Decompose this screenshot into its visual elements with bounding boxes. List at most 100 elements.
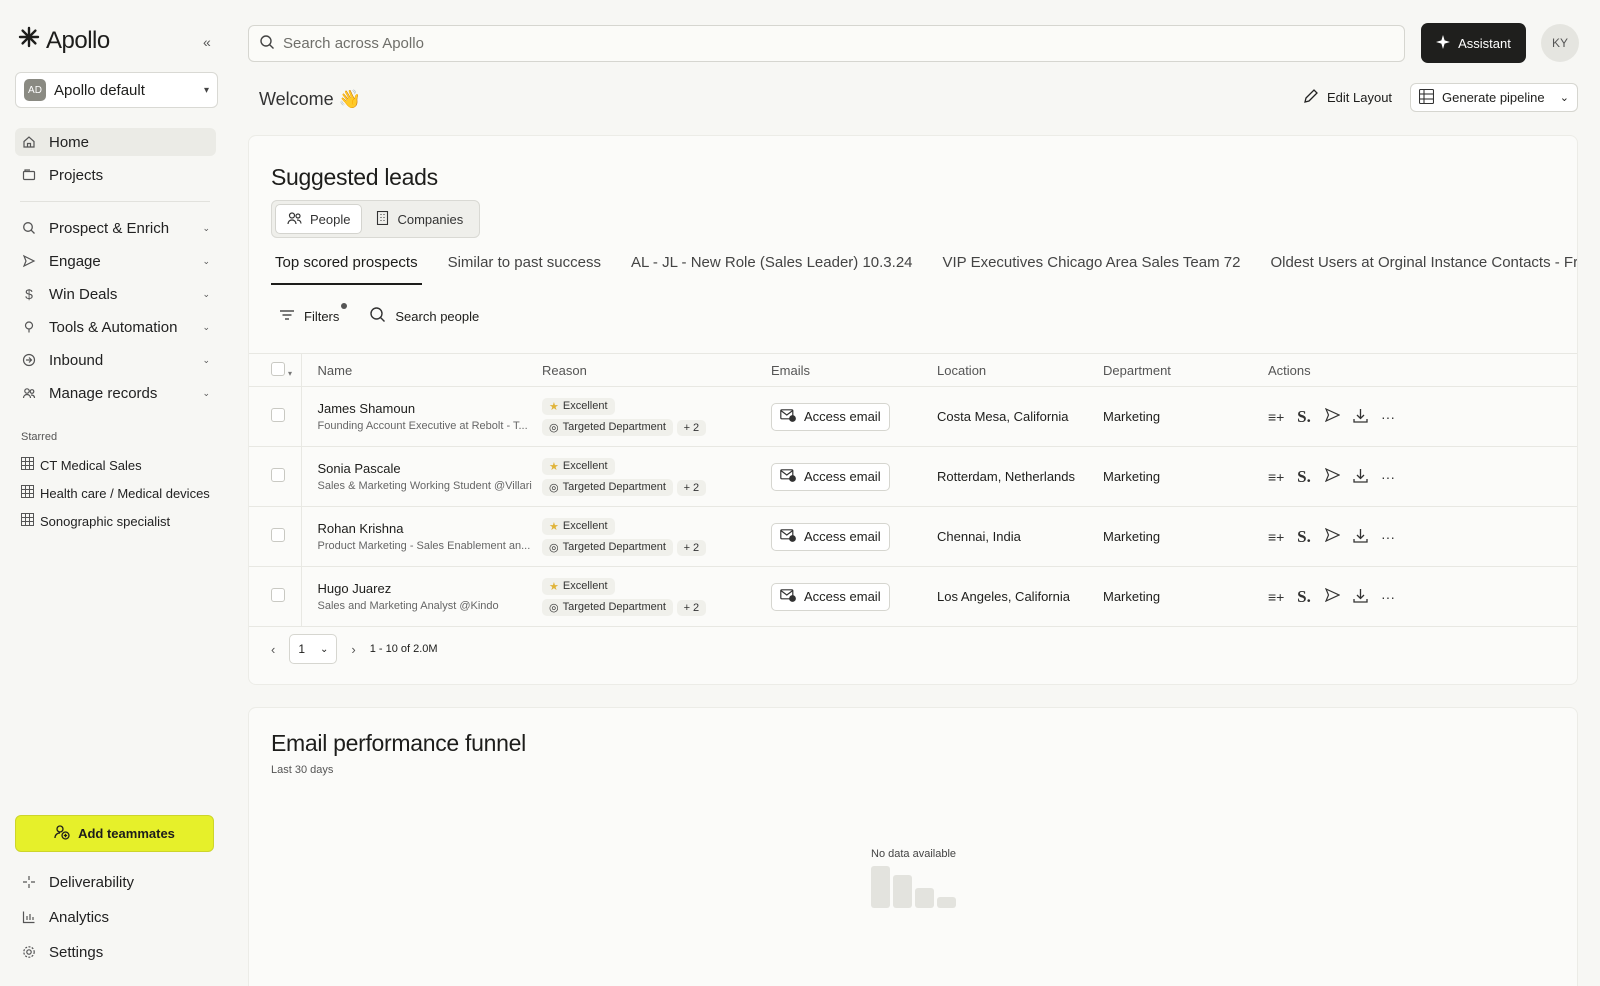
nav-win-deals[interactable]: $ Win Deals ⌄ bbox=[15, 280, 216, 308]
tab-top-scored[interactable]: Top scored prospects bbox=[271, 248, 422, 285]
more-options-icon[interactable]: ··· bbox=[1380, 589, 1396, 605]
access-email-button[interactable]: Access email bbox=[771, 462, 890, 491]
access-email-button[interactable]: Access email bbox=[771, 522, 890, 551]
row-checkbox[interactable] bbox=[271, 528, 285, 542]
nav-deliverability[interactable]: Deliverability bbox=[15, 868, 216, 896]
select-all-checkbox[interactable] bbox=[271, 361, 285, 376]
table-row[interactable]: Hugo Juarez Sales and Marketing Analyst … bbox=[249, 566, 1577, 627]
table-row[interactable]: James Shamoun Founding Account Executive… bbox=[249, 386, 1577, 447]
filter-icon bbox=[279, 309, 295, 324]
tab-saved-list[interactable]: VIP Executives Chicago Area Sales Team 7… bbox=[939, 248, 1245, 285]
nav-projects[interactable]: Projects bbox=[15, 161, 216, 189]
workspace-selector[interactable]: AD Apollo default ▾ bbox=[15, 72, 218, 108]
more-reasons-badge[interactable]: + 2 bbox=[676, 599, 707, 616]
global-search[interactable] bbox=[248, 25, 1405, 62]
generate-pipeline-dropdown[interactable]: Generate pipeline ⌄ bbox=[1410, 83, 1578, 112]
sequence-icon[interactable]: S. bbox=[1296, 407, 1312, 427]
chevron-left-icon[interactable]: ‹ bbox=[271, 642, 275, 657]
edit-layout-button[interactable]: Edit Layout bbox=[1303, 88, 1392, 107]
chevron-down-icon: ⌄ bbox=[202, 321, 210, 332]
nav-engage[interactable]: Engage ⌄ bbox=[15, 247, 216, 275]
chevron-down-icon[interactable]: ▾ bbox=[288, 369, 292, 378]
collapse-sidebar-button[interactable]: « bbox=[203, 34, 211, 50]
access-email-button[interactable]: Access email bbox=[771, 582, 890, 611]
more-reasons-badge[interactable]: + 2 bbox=[676, 539, 707, 556]
nav-analytics[interactable]: Analytics bbox=[15, 903, 216, 931]
more-options-icon[interactable]: ··· bbox=[1380, 469, 1396, 485]
nav-settings-label: Settings bbox=[49, 943, 104, 961]
person-name[interactable]: James Shamoun bbox=[318, 401, 543, 416]
row-checkbox[interactable] bbox=[271, 588, 285, 602]
score-label: Excellent bbox=[562, 520, 608, 532]
download-icon[interactable] bbox=[1352, 528, 1368, 546]
nav-manage-records[interactable]: Manage records ⌄ bbox=[15, 379, 216, 407]
home-icon bbox=[21, 135, 37, 149]
assistant-button[interactable]: Assistant bbox=[1421, 23, 1526, 63]
table-row[interactable]: Rohan Krishna Product Marketing - Sales … bbox=[249, 506, 1577, 567]
actions-cell: ≡+ S. ··· bbox=[1268, 386, 1577, 447]
filters-button[interactable]: Filters bbox=[279, 302, 348, 324]
page-select[interactable]: 1 ⌄ bbox=[289, 634, 338, 664]
table-row[interactable]: Sonia Pascale Sales & Marketing Working … bbox=[249, 446, 1577, 507]
segment-people[interactable]: People bbox=[275, 204, 363, 234]
column-header-department[interactable]: Department bbox=[1103, 353, 1268, 387]
nav-inbound[interactable]: Inbound ⌄ bbox=[15, 346, 216, 374]
nav-prospect-enrich[interactable]: Prospect & Enrich ⌄ bbox=[15, 214, 216, 242]
apollo-logo[interactable]: Apollo bbox=[18, 26, 110, 55]
sequence-icon[interactable]: S. bbox=[1296, 467, 1312, 487]
add-teammates-button[interactable]: Add teammates bbox=[15, 815, 214, 852]
nav-tools-automation[interactable]: Tools & Automation ⌄ bbox=[15, 313, 216, 341]
person-name[interactable]: Rohan Krishna bbox=[318, 521, 543, 536]
column-header-reason[interactable]: Reason bbox=[542, 353, 771, 387]
column-header-emails[interactable]: Emails bbox=[771, 353, 937, 387]
nav-settings[interactable]: Settings bbox=[15, 938, 216, 966]
sequence-icon[interactable]: S. bbox=[1296, 587, 1312, 607]
add-to-list-icon[interactable]: ≡+ bbox=[1268, 469, 1284, 485]
nav-home[interactable]: Home bbox=[15, 128, 216, 156]
column-header-name[interactable]: Name bbox=[301, 353, 542, 387]
tab-similar-past[interactable]: Similar to past success bbox=[444, 248, 605, 285]
starred-item[interactable]: CT Medical Sales bbox=[21, 457, 142, 473]
send-icon[interactable] bbox=[1324, 587, 1340, 605]
search-input[interactable] bbox=[283, 35, 1394, 52]
download-icon[interactable] bbox=[1352, 468, 1368, 486]
bar-chart-icon bbox=[21, 910, 37, 924]
search-people-button[interactable]: Search people bbox=[369, 306, 479, 326]
target-icon: ◎ bbox=[549, 481, 559, 494]
more-options-icon[interactable]: ··· bbox=[1380, 409, 1396, 425]
more-reasons-badge[interactable]: + 2 bbox=[676, 419, 707, 436]
column-header-location[interactable]: Location bbox=[937, 353, 1103, 387]
send-icon[interactable] bbox=[1324, 407, 1340, 425]
starred-item[interactable]: Sonographic specialist bbox=[21, 513, 170, 529]
add-to-list-icon[interactable]: ≡+ bbox=[1268, 409, 1284, 425]
send-icon[interactable] bbox=[1324, 467, 1340, 485]
download-icon[interactable] bbox=[1352, 588, 1368, 606]
starred-item[interactable]: Health care / Medical devices bbox=[21, 485, 210, 501]
user-avatar[interactable]: KY bbox=[1541, 24, 1579, 62]
sparkle-icon bbox=[21, 875, 37, 889]
workspace-name: Apollo default bbox=[54, 81, 145, 99]
row-checkbox[interactable] bbox=[271, 468, 285, 482]
access-email-button[interactable]: Access email bbox=[771, 402, 890, 431]
add-to-list-icon[interactable]: ≡+ bbox=[1268, 589, 1284, 605]
more-options-icon[interactable]: ··· bbox=[1380, 529, 1396, 545]
segment-label: People bbox=[310, 211, 351, 227]
add-to-list-icon[interactable]: ≡+ bbox=[1268, 529, 1284, 545]
actions-cell: ≡+ S. ··· bbox=[1268, 506, 1577, 567]
person-name[interactable]: Hugo Juarez bbox=[318, 581, 543, 596]
person-name[interactable]: Sonia Pascale bbox=[318, 461, 543, 476]
chevron-down-icon: ⌄ bbox=[202, 354, 210, 365]
more-reasons-badge[interactable]: + 2 bbox=[676, 479, 707, 496]
segment-companies[interactable]: Companies bbox=[365, 204, 474, 234]
search-icon bbox=[259, 34, 275, 54]
name-cell: Rohan Krishna Product Marketing - Sales … bbox=[301, 506, 543, 567]
download-icon[interactable] bbox=[1352, 408, 1368, 426]
assistant-label: Assistant bbox=[1458, 35, 1511, 51]
chevron-right-icon[interactable]: › bbox=[351, 642, 355, 657]
tab-saved-list[interactable]: Oldest Users at Orginal Instance Contact… bbox=[1266, 248, 1577, 285]
sequence-icon[interactable]: S. bbox=[1296, 527, 1312, 547]
row-checkbox-cell bbox=[249, 566, 302, 627]
row-checkbox[interactable] bbox=[271, 408, 285, 422]
send-icon[interactable] bbox=[1324, 527, 1340, 545]
tab-saved-list[interactable]: AL - JL - New Role (Sales Leader) 10.3.2… bbox=[627, 248, 917, 285]
